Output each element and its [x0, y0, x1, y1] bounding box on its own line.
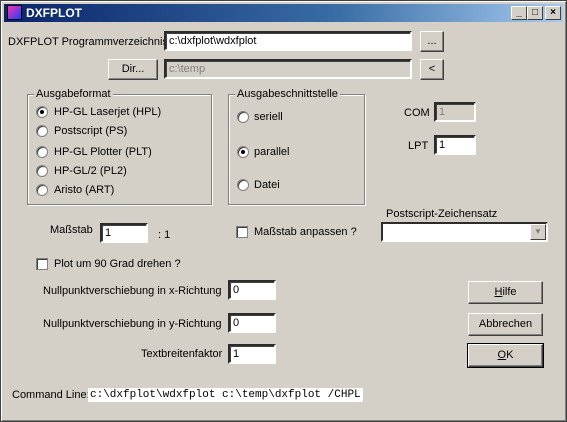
format-art-radio[interactable] — [36, 184, 48, 196]
format-ps-label: Postscript (PS) — [54, 125, 128, 137]
interface-title: Ausgabeschnittstelle — [235, 88, 340, 100]
offset-y-label: Nullpunktverschiebung in y-Richtung — [43, 318, 222, 330]
interface-serial-radio[interactable] — [237, 111, 249, 123]
fit-scale-label: Maßstab anpassen ? — [254, 226, 357, 238]
format-hpl-label: HP-GL Laserjet (HPL) — [54, 106, 162, 118]
interface-file-label: Datei — [254, 179, 280, 191]
cancel-button[interactable]: Abbrechen — [468, 313, 543, 336]
ps-font-combo[interactable]: ▼ — [381, 222, 548, 242]
dir-button[interactable]: Dir... — [108, 59, 158, 80]
format-pl2-label: HP-GL/2 (PL2) — [54, 165, 127, 177]
maximize-button[interactable]: □ — [527, 6, 543, 20]
window-title: DXFPLOT — [26, 6, 82, 20]
format-plt-label: HP-GL Plotter (PLT) — [54, 146, 152, 158]
offset-x-label: Nullpunktverschiebung in x-Richtung — [43, 285, 222, 297]
format-hpl-radio[interactable] — [36, 106, 48, 118]
format-pl2-radio[interactable] — [36, 165, 48, 177]
offset-y-input[interactable]: 0 — [228, 313, 276, 333]
lpt-input[interactable]: 1 — [434, 135, 476, 155]
com-input[interactable]: 1 — [434, 102, 476, 122]
help-button[interactable]: Hilfe — [468, 281, 543, 304]
format-ps-radio[interactable] — [36, 125, 48, 137]
output-format-title: Ausgabeformat — [34, 88, 113, 100]
dropdown-arrow-icon[interactable]: ▼ — [530, 224, 546, 240]
interface-serial-label: seriell — [254, 111, 283, 123]
text-width-label: Textbreitenfaktor — [141, 348, 223, 360]
fit-scale-checkbox[interactable] — [236, 226, 248, 238]
interface-file-radio[interactable] — [237, 179, 249, 191]
command-line-value: c:\dxfplot\wdxfplot c:\temp\dxfplot /CHP… — [88, 388, 363, 402]
app-icon — [7, 5, 22, 20]
lpt-label: LPT — [408, 140, 429, 152]
format-art-label: Aristo (ART) — [54, 184, 115, 196]
rotate-checkbox[interactable] — [36, 258, 48, 270]
interface-parallel-radio[interactable] — [237, 146, 249, 158]
temp-dir-input[interactable]: c:\temp — [164, 59, 412, 79]
ps-font-label: Postscript-Zeichensatz — [386, 208, 498, 220]
scale-input[interactable]: 1 — [100, 223, 148, 243]
program-dir-input[interactable]: c:\dxfplot\wdxfplot — [164, 31, 412, 51]
com-label: COM — [404, 107, 430, 119]
ok-button-label: K — [506, 349, 514, 361]
program-dir-label: DXFPLOT Programmverzeichnis — [8, 36, 168, 48]
text-width-input[interactable]: 1 — [228, 344, 276, 364]
scale-label: Maßstab — [50, 224, 93, 236]
close-button[interactable]: × — [545, 6, 561, 20]
ok-button[interactable]: OK — [467, 343, 544, 368]
minimize-button[interactable]: _ — [511, 6, 527, 20]
offset-x-input[interactable]: 0 — [228, 280, 276, 300]
help-button-label: ilfe — [502, 286, 517, 298]
command-line-label: Command Line: — [12, 389, 90, 401]
title-bar: DXFPLOT _ □ × — [4, 4, 563, 22]
scale-suffix: : 1 — [158, 229, 171, 241]
dir-arrow-button[interactable]: < — [420, 59, 444, 80]
interface-parallel-label: parallel — [254, 146, 290, 158]
rotate-label: Plot um 90 Grad drehen ? — [54, 258, 181, 270]
browse-program-dir-button[interactable]: ... — [420, 31, 444, 52]
format-plt-radio[interactable] — [36, 146, 48, 158]
ok-button-mnemonic: O — [497, 349, 507, 361]
